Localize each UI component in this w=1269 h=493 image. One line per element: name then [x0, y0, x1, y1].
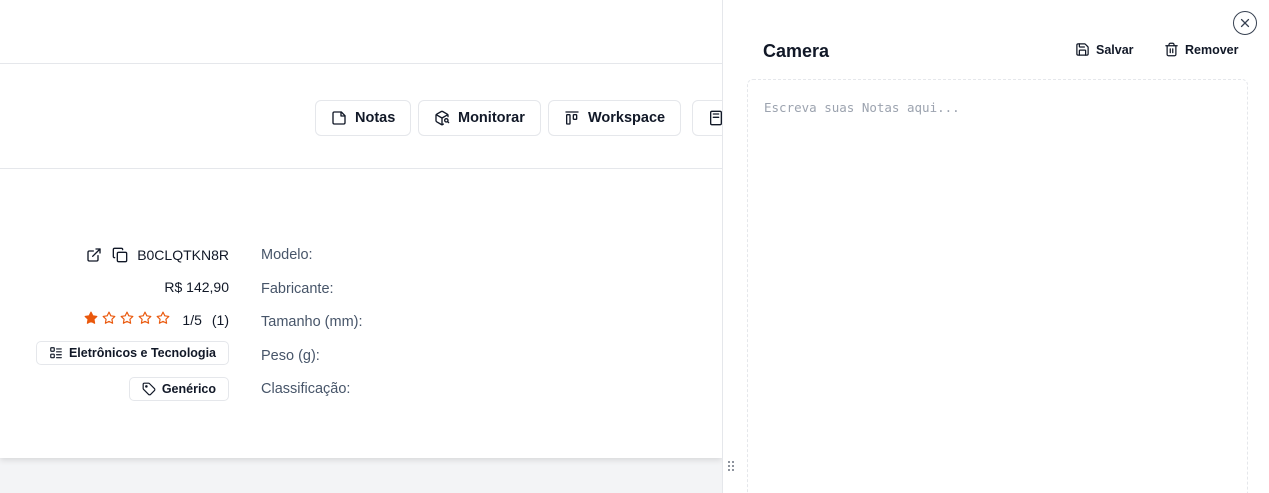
- brand-badge[interactable]: Genérico: [128, 377, 229, 401]
- tag-icon: [142, 382, 156, 396]
- asin-text: B0CLQTKN8R: [137, 247, 229, 263]
- size-label: Tamanho (mm):: [261, 314, 363, 331]
- star-empty-icon: [156, 311, 170, 328]
- rating-count: (1): [211, 311, 229, 328]
- more-toolbar-button[interactable]: [692, 100, 722, 136]
- remove-button-label: Remover: [1185, 42, 1239, 57]
- close-icon: [1240, 18, 1250, 28]
- price-row: R$ 142,90: [164, 279, 229, 295]
- price-text: R$ 142,90: [164, 279, 229, 295]
- remove-button[interactable]: Remover: [1164, 42, 1239, 57]
- list-tree-icon: [50, 347, 62, 359]
- resize-handle-icon[interactable]: [727, 460, 735, 472]
- asin-row: B0CLQTKN8R: [85, 246, 229, 264]
- star-empty-icon: [102, 311, 116, 328]
- product-toolbar: Notas Monitorar Workspace: [0, 64, 722, 169]
- brand-text: Genérico: [161, 382, 216, 396]
- panel-title: Camera: [763, 41, 830, 61]
- save-button-label: Salvar: [1096, 42, 1134, 57]
- rating-row: 1/5 (1): [84, 311, 229, 328]
- star-empty-icon: [138, 311, 152, 328]
- rank-label: Classificação:: [261, 381, 351, 398]
- calculator-icon: [710, 110, 722, 126]
- package-search-icon: [435, 110, 450, 126]
- brand-row: Genérico: [128, 377, 229, 401]
- notes-button[interactable]: Notas: [315, 100, 412, 136]
- star-empty-icon: [120, 311, 134, 328]
- product-page: Notas Monitorar Workspace B0CLQTKN8R R$ …: [0, 0, 722, 458]
- close-button[interactable]: [1233, 11, 1257, 35]
- trash-icon: [1165, 42, 1178, 57]
- monitor-button[interactable]: Monitorar: [418, 100, 541, 136]
- notes-panel: Camera Salvar Remover: [722, 0, 1269, 493]
- weight-label: Peso (g):: [261, 347, 320, 364]
- workspace-button-label: Workspace: [588, 110, 666, 126]
- manufacturer-label: Fabricante:: [261, 280, 334, 297]
- category-text: Eletrônicos e Tecnologia: [68, 346, 216, 360]
- workspace-button[interactable]: Workspace: [548, 100, 682, 136]
- star-filled-icon: [84, 311, 98, 328]
- category-row: Eletrônicos e Tecnologia: [35, 341, 229, 365]
- external-link-icon[interactable]: [85, 246, 103, 264]
- layout-icon: [565, 111, 579, 125]
- category-badge[interactable]: Eletrônicos e Tecnologia: [35, 341, 229, 365]
- save-button[interactable]: Salvar: [1075, 42, 1134, 57]
- copy-icon[interactable]: [111, 246, 129, 264]
- spec-list: Modelo: Fabricante: Tamanho (mm): Peso (…: [261, 247, 363, 415]
- sticky-note-icon: [332, 111, 346, 125]
- model-label: Modelo:: [261, 247, 313, 263]
- notes-button-label: Notas: [355, 110, 396, 126]
- monitor-button-label: Monitorar: [458, 110, 525, 126]
- notes-textarea[interactable]: [747, 79, 1248, 493]
- product-details: B0CLQTKN8R R$ 142,90 1/5 (1) Eletrônicos…: [0, 170, 722, 458]
- save-icon: [1076, 43, 1089, 56]
- rating-text: 1/5: [182, 311, 202, 328]
- top-bar: [0, 0, 722, 64]
